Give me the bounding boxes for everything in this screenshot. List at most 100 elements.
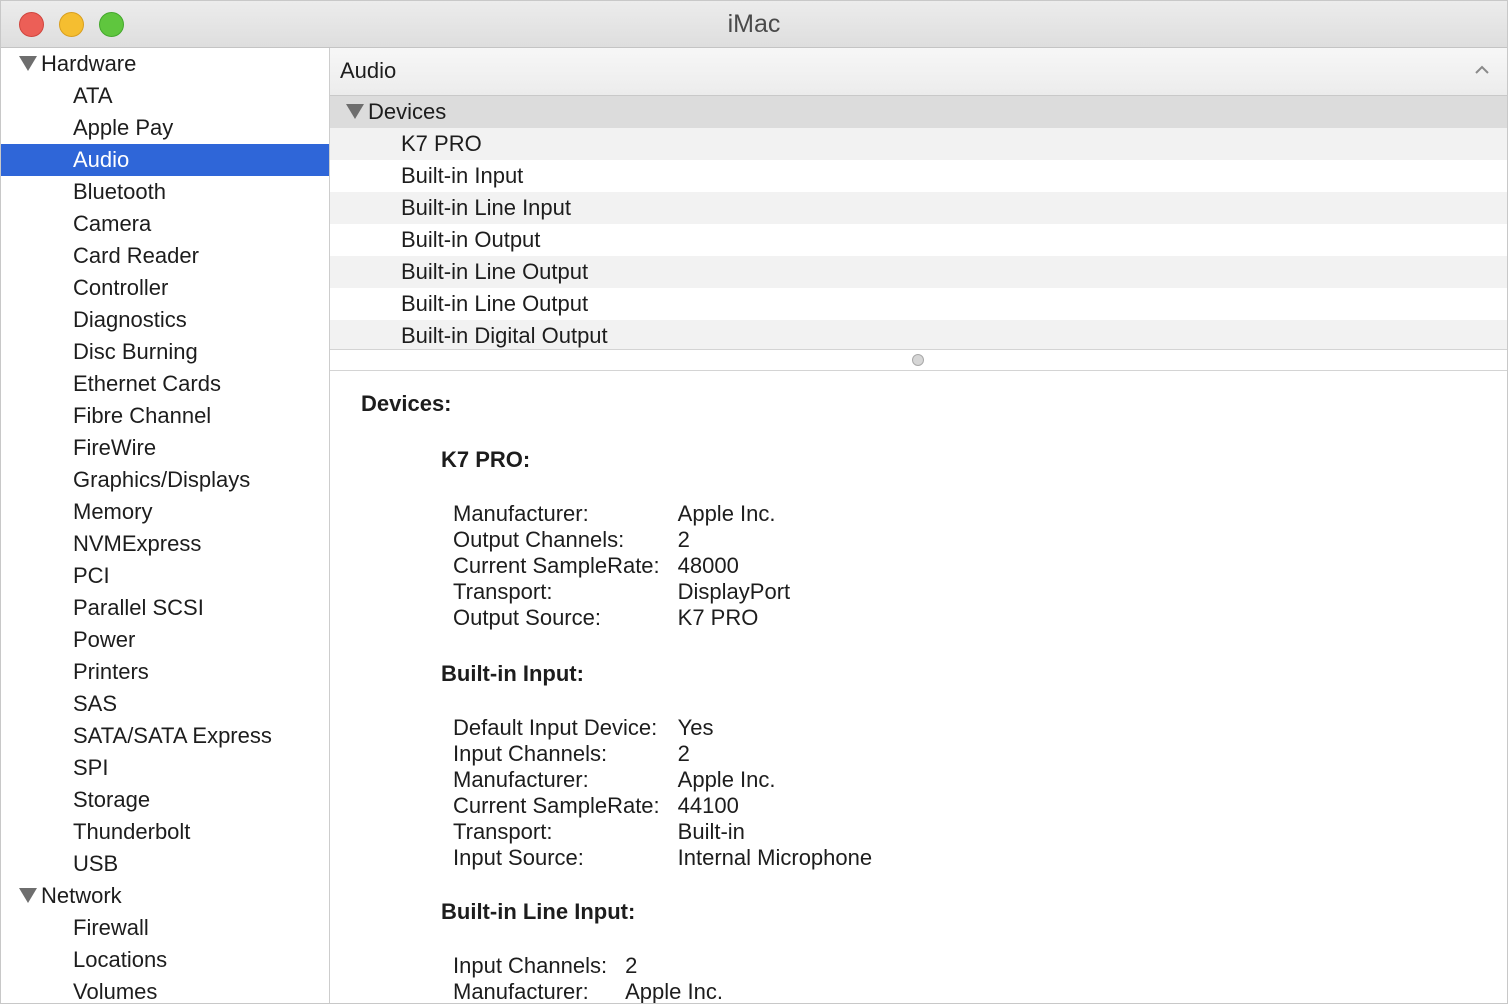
sidebar-item-printers[interactable]: Printers (1, 656, 329, 688)
sidebar-item-audio[interactable]: Audio (1, 144, 329, 176)
chevron-up-icon[interactable] (1473, 61, 1491, 79)
split-view-divider[interactable] (330, 349, 1507, 371)
sidebar-item-disc-burning[interactable]: Disc Burning (1, 336, 329, 368)
property-key: Manufacturer: (453, 767, 589, 792)
property-row: Input Channels: 2 (453, 741, 872, 767)
sidebar-item-parallel-scsi[interactable]: Parallel SCSI (1, 592, 329, 624)
property-row: Current SampleRate: 44100 (453, 793, 872, 819)
sidebar-item-controller[interactable]: Controller (1, 272, 329, 304)
sidebar-item-locations[interactable]: Locations (1, 944, 329, 976)
property-row: Transport: Built-in (453, 819, 872, 845)
sidebar-item-card-reader[interactable]: Card Reader (1, 240, 329, 272)
device-detail-block: Built-in Line Input: Input Channels: 2 Manu… (441, 899, 723, 1003)
property-value: DisplayPort (677, 579, 791, 604)
section-header[interactable]: Audio (330, 48, 1507, 96)
detail-heading: Devices: (361, 391, 452, 416)
disclosure-triangle-icon[interactable] (346, 103, 364, 119)
property-value: 2 (625, 953, 638, 978)
property-value: Apple Inc. (677, 767, 776, 792)
property-value: 48000 (677, 553, 739, 578)
device-detail-title: K7 PRO: (441, 447, 531, 472)
sidebar-item-spi[interactable]: SPI (1, 752, 329, 784)
sidebar-group-label: Hardware (41, 51, 137, 76)
property-key: Input Channels: (453, 953, 608, 978)
tree-item-k7-pro[interactable]: K7 PRO (330, 128, 1507, 160)
property-key: Current SampleRate: (453, 793, 660, 818)
device-properties-table: Manufacturer: Apple Inc. Output Channels: 2… (453, 501, 790, 631)
sidebar-item-firewire[interactable]: FireWire (1, 432, 329, 464)
sidebar-item-apple-pay[interactable]: Apple Pay (1, 112, 329, 144)
tree-group-label: Devices (368, 99, 447, 124)
sidebar-item-sas[interactable]: SAS (1, 688, 329, 720)
property-row: Manufacturer: Apple Inc. (453, 767, 872, 793)
device-detail-block: K7 PRO: Manufacturer: Apple Inc. Output Cha… (441, 447, 790, 631)
property-value: 2 (677, 527, 690, 552)
property-key: Input Channels: (453, 741, 608, 766)
property-key: Current SampleRate: (453, 553, 660, 578)
tree-item-built-in-digital-output[interactable]: Built-in Digital Output (330, 320, 1507, 349)
sidebar-item-sata-sata-express[interactable]: SATA/SATA Express (1, 720, 329, 752)
property-key: Transport: (453, 579, 553, 604)
property-value: Built-in (677, 819, 745, 844)
tree-item-built-in-line-output[interactable]: Built-in Line Output (330, 256, 1507, 288)
sidebar-item-nvmexpress[interactable]: NVMExpress (1, 528, 329, 560)
property-key: Input Source: (453, 845, 584, 870)
property-key: Transport: (453, 819, 553, 844)
property-row: Transport: DisplayPort (453, 579, 790, 605)
property-value: 2 (677, 741, 690, 766)
device-properties-table: Default Input Device: Yes Input Channels: 2… (453, 715, 872, 871)
sidebar-group-hardware[interactable]: Hardware (1, 48, 329, 80)
device-detail-block: Built-in Input: Default Input Device: Yes I… (441, 661, 872, 871)
property-row: Default Input Device: Yes (453, 715, 872, 741)
property-row: Input Channels: 2 (453, 953, 723, 979)
property-row: Output Channels: 2 (453, 527, 790, 553)
sidebar-item-camera[interactable]: Camera (1, 208, 329, 240)
property-key: Output Source: (453, 605, 601, 630)
property-key: Output Channels: (453, 527, 625, 552)
sidebar: Hardware ATA Apple Pay Audio Bluetooth Camera… (1, 48, 330, 1003)
property-key: Manufacturer: (453, 979, 589, 1003)
device-properties-table: Input Channels: 2 Manufacturer: Apple Inc. (453, 953, 723, 1003)
sidebar-item-fibre-channel[interactable]: Fibre Channel (1, 400, 329, 432)
property-row: Input Source: Internal Microphone (453, 845, 872, 871)
sidebar-item-ethernet-cards[interactable]: Ethernet Cards (1, 368, 329, 400)
system-information-window: iMac Hardware ATA Apple Pay Audio Bluetooth C… (0, 0, 1508, 1004)
sidebar-item-power[interactable]: Power (1, 624, 329, 656)
title-bar[interactable]: iMac (1, 1, 1507, 48)
sidebar-item-volumes[interactable]: Volumes (1, 976, 329, 1003)
sidebar-item-thunderbolt[interactable]: Thunderbolt (1, 816, 329, 848)
sidebar-item-diagnostics[interactable]: Diagnostics (1, 304, 329, 336)
property-row: Current SampleRate: 48000 (453, 553, 790, 579)
sidebar-group-network[interactable]: Network (1, 880, 329, 912)
disclosure-triangle-icon[interactable] (19, 55, 37, 71)
property-value: Apple Inc. (625, 979, 723, 1003)
property-key: Manufacturer: (453, 501, 589, 526)
property-key: Default Input Device: (453, 715, 658, 740)
property-value: Yes (677, 715, 714, 740)
tree-item-built-in-output[interactable]: Built-in Output (330, 224, 1507, 256)
sidebar-group-label: Network (41, 883, 122, 908)
disclosure-triangle-icon[interactable] (19, 887, 37, 903)
sidebar-item-memory[interactable]: Memory (1, 496, 329, 528)
sidebar-item-pci[interactable]: PCI (1, 560, 329, 592)
sidebar-item-usb[interactable]: USB (1, 848, 329, 880)
tree-item-built-in-input[interactable]: Built-in Input (330, 160, 1507, 192)
sidebar-item-bluetooth[interactable]: Bluetooth (1, 176, 329, 208)
sidebar-item-storage[interactable]: Storage (1, 784, 329, 816)
property-row: Manufacturer: Apple Inc. (453, 979, 723, 1003)
sidebar-item-ata[interactable]: ATA (1, 80, 329, 112)
sidebar-item-graphics-displays[interactable]: Graphics/Displays (1, 464, 329, 496)
tree-group-devices[interactable]: Devices (330, 96, 1507, 128)
property-value: 44100 (677, 793, 739, 818)
content-pane: Audio Devices K7 PRO Built-in Input Built-i… (330, 48, 1507, 1003)
divider-handle-icon[interactable] (912, 354, 924, 366)
window-title: iMac (727, 10, 781, 38)
sidebar-item-firewall[interactable]: Firewall (1, 912, 329, 944)
tree-item-built-in-line-output[interactable]: Built-in Line Output (330, 288, 1507, 320)
device-tree: Devices K7 PRO Built-in Input Built-in Line… (330, 96, 1507, 349)
device-detail-title: Built-in Line Input: (441, 899, 636, 924)
tree-item-built-in-line-input[interactable]: Built-in Line Input (330, 192, 1507, 224)
property-row: Output Source: K7 PRO (453, 605, 790, 631)
detail-pane: Devices: K7 PRO: Manufacturer: Apple Inc. O… (330, 371, 1507, 1003)
device-detail-title: Built-in Input: (441, 661, 584, 686)
